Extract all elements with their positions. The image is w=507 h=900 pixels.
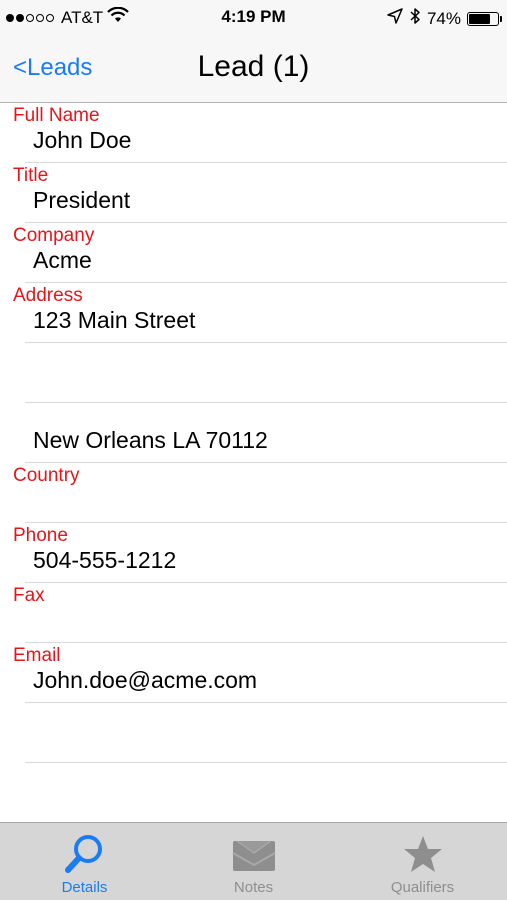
tab-details-label: Details: [61, 879, 108, 896]
divider: [25, 162, 507, 163]
title-label: Title: [13, 165, 49, 186]
divider: [25, 762, 507, 763]
full-name-label: Full Name: [13, 105, 100, 126]
divider: [25, 702, 507, 703]
search-icon: [62, 831, 108, 877]
status-bar: AT&T 4:19 PM 74%: [0, 0, 507, 36]
email-field[interactable]: John.doe@acme.com: [33, 667, 257, 694]
address-label: Address: [13, 285, 83, 306]
address-line1-field[interactable]: 123 Main Street: [33, 307, 195, 334]
battery-percent: 74%: [426, 8, 461, 28]
divider: [25, 582, 507, 583]
country-label: Country: [13, 465, 80, 486]
battery-level-fill: [469, 13, 490, 24]
lead-detail-screen: AT&T 4:19 PM 74% <Leads Lead (1) Full Na…: [0, 0, 507, 900]
divider: [25, 342, 507, 343]
divider: [25, 462, 507, 463]
bluetooth-icon: [409, 7, 421, 30]
company-field[interactable]: Acme: [33, 247, 92, 274]
status-right: 74%: [387, 7, 502, 30]
divider: [25, 522, 507, 523]
envelope-icon: [231, 831, 277, 877]
divider: [25, 402, 507, 403]
navigation-bar: <Leads Lead (1): [0, 36, 507, 103]
phone-label: Phone: [13, 525, 68, 546]
address-city-field[interactable]: New Orleans LA 70112: [33, 427, 268, 454]
full-name-field[interactable]: John Doe: [33, 127, 131, 154]
star-icon: [400, 831, 446, 877]
battery-icon: [467, 11, 502, 26]
divider: [25, 282, 507, 283]
divider: [25, 642, 507, 643]
location-arrow-icon: [387, 8, 403, 29]
tab-details[interactable]: Details: [0, 823, 169, 900]
tab-qualifiers[interactable]: Qualifiers: [338, 823, 507, 900]
tab-bar: Details Notes Qualifiers: [0, 822, 507, 900]
phone-field[interactable]: 504-555-1212: [33, 547, 176, 574]
fax-label: Fax: [13, 585, 45, 606]
company-label: Company: [13, 225, 95, 246]
tab-notes-label: Notes: [233, 879, 274, 896]
email-label: Email: [13, 645, 61, 666]
tab-qualifiers-label: Qualifiers: [390, 879, 455, 896]
tab-notes[interactable]: Notes: [169, 823, 338, 900]
page-title: Lead (1): [197, 50, 310, 83]
divider: [25, 222, 507, 223]
title-field[interactable]: President: [33, 187, 130, 214]
